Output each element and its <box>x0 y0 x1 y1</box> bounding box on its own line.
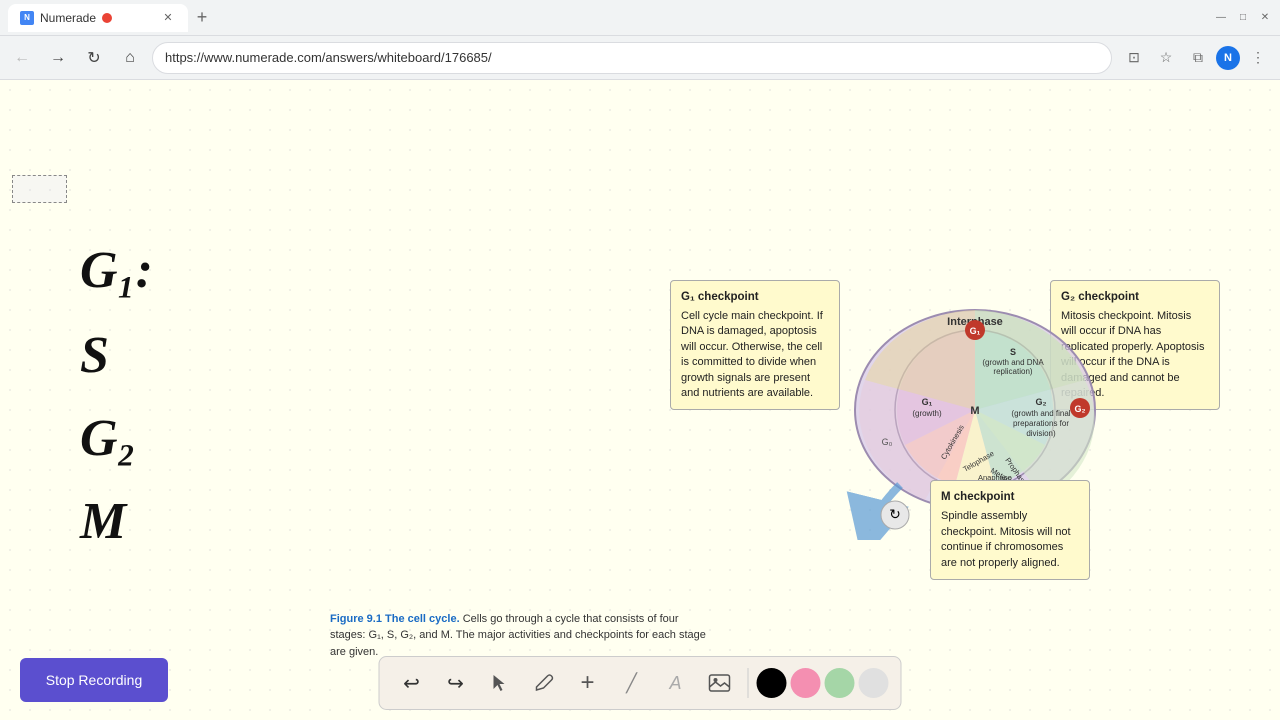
content-area: G₁: S G₂ M G₁ checkpoint Cell cycle main… <box>0 80 1280 720</box>
new-tab-button[interactable]: + <box>188 4 216 32</box>
figure-caption: Figure 9.1 The cell cycle. Cells go thro… <box>330 611 710 661</box>
select-tool-button[interactable] <box>480 663 520 703</box>
image-button[interactable] <box>700 663 740 703</box>
m-checkpoint-box: M checkpoint Spindle assembly checkpoint… <box>930 480 1090 580</box>
g1-label: G₁: <box>80 240 153 302</box>
color-pink[interactable] <box>791 668 821 698</box>
toolbar-divider <box>748 668 749 698</box>
g1-checkpoint-text: Cell cycle main checkpoint. If DNA is da… <box>681 309 829 401</box>
active-tab[interactable]: N Numerade ✕ <box>8 4 188 32</box>
g1-checkpoint-title: G₁ checkpoint <box>681 289 829 305</box>
g1-checkpoint-box: G₁ checkpoint Cell cycle main checkpoint… <box>670 280 840 410</box>
svg-text:division): division) <box>1026 429 1056 438</box>
stop-recording-button[interactable]: Stop Recording <box>20 658 168 702</box>
eraser-button[interactable]: ╱ <box>612 663 652 703</box>
svg-text:↻: ↻ <box>889 506 901 522</box>
minimize-button[interactable]: — <box>1214 11 1228 25</box>
text-tool-button[interactable]: A <box>656 663 696 703</box>
extensions-icon[interactable]: ⧉ <box>1184 44 1212 72</box>
m-checkpoint-title: M checkpoint <box>941 489 1079 505</box>
profile-icon[interactable]: N <box>1216 46 1240 70</box>
cast-icon[interactable]: ⊡ <box>1120 44 1148 72</box>
svg-text:G₂: G₂ <box>1075 404 1086 414</box>
svg-text:M: M <box>970 405 979 417</box>
s-label: S <box>80 326 153 385</box>
svg-text:(growth): (growth) <box>912 409 942 418</box>
color-black[interactable] <box>757 668 787 698</box>
back-button[interactable]: ← <box>8 44 36 72</box>
browser-frame: N Numerade ✕ + — □ ✕ ← → ↻ ⌂ https://www… <box>0 0 1280 720</box>
diagram-area: G₁ checkpoint Cell cycle main checkpoint… <box>660 270 1220 590</box>
bookmark-icon[interactable]: ☆ <box>1152 44 1180 72</box>
color-gray[interactable] <box>859 668 889 698</box>
svg-text:replication): replication) <box>993 367 1032 376</box>
tab-title: Numerade <box>40 11 96 25</box>
pen-tool-button[interactable] <box>524 663 564 703</box>
nav-icons: ⊡ ☆ ⧉ N ⋮ <box>1120 44 1272 72</box>
nav-bar: ← → ↻ ⌂ https://www.numerade.com/answers… <box>0 36 1280 80</box>
handwritten-area: G₁: S G₂ M <box>80 240 153 551</box>
add-button[interactable]: + <box>568 663 608 703</box>
svg-text:(growth and DNA: (growth and DNA <box>982 358 1044 367</box>
toolbar: ↩ ↪ + ╱ A <box>379 656 902 710</box>
color-green[interactable] <box>825 668 855 698</box>
title-bar: N Numerade ✕ + — □ ✕ <box>0 0 1280 36</box>
m-label: M <box>80 492 153 551</box>
tab-favicon: N <box>20 11 34 25</box>
figure-label: Figure 9.1 The cell cycle. <box>330 613 463 625</box>
recording-dot <box>102 13 112 23</box>
forward-button[interactable]: → <box>44 44 72 72</box>
window-controls: — □ ✕ <box>1214 11 1272 25</box>
svg-text:G₁: G₁ <box>922 397 933 407</box>
close-button[interactable]: ✕ <box>1258 11 1272 25</box>
maximize-button[interactable]: □ <box>1236 11 1250 25</box>
g2-label: G₂ <box>80 409 153 468</box>
selection-indicator <box>12 175 67 203</box>
svg-text:G₁: G₁ <box>970 326 981 336</box>
tab-close-button[interactable]: ✕ <box>160 10 176 26</box>
menu-icon[interactable]: ⋮ <box>1244 44 1272 72</box>
refresh-button[interactable]: ↻ <box>80 44 108 72</box>
home-button[interactable]: ⌂ <box>116 44 144 72</box>
svg-text:S: S <box>1010 347 1016 357</box>
address-bar[interactable]: https://www.numerade.com/answers/whitebo… <box>152 42 1112 74</box>
tab-bar: N Numerade ✕ + <box>8 4 1214 32</box>
svg-text:preparations for: preparations for <box>1013 419 1069 428</box>
svg-text:G₂: G₂ <box>1036 397 1047 407</box>
m-checkpoint-text: Spindle assembly checkpoint. Mitosis wil… <box>941 509 1079 571</box>
svg-text:G₀: G₀ <box>882 437 893 447</box>
url-text: https://www.numerade.com/answers/whitebo… <box>165 50 492 65</box>
svg-text:(growth and final: (growth and final <box>1011 409 1070 418</box>
undo-button[interactable]: ↩ <box>392 663 432 703</box>
redo-button[interactable]: ↪ <box>436 663 476 703</box>
